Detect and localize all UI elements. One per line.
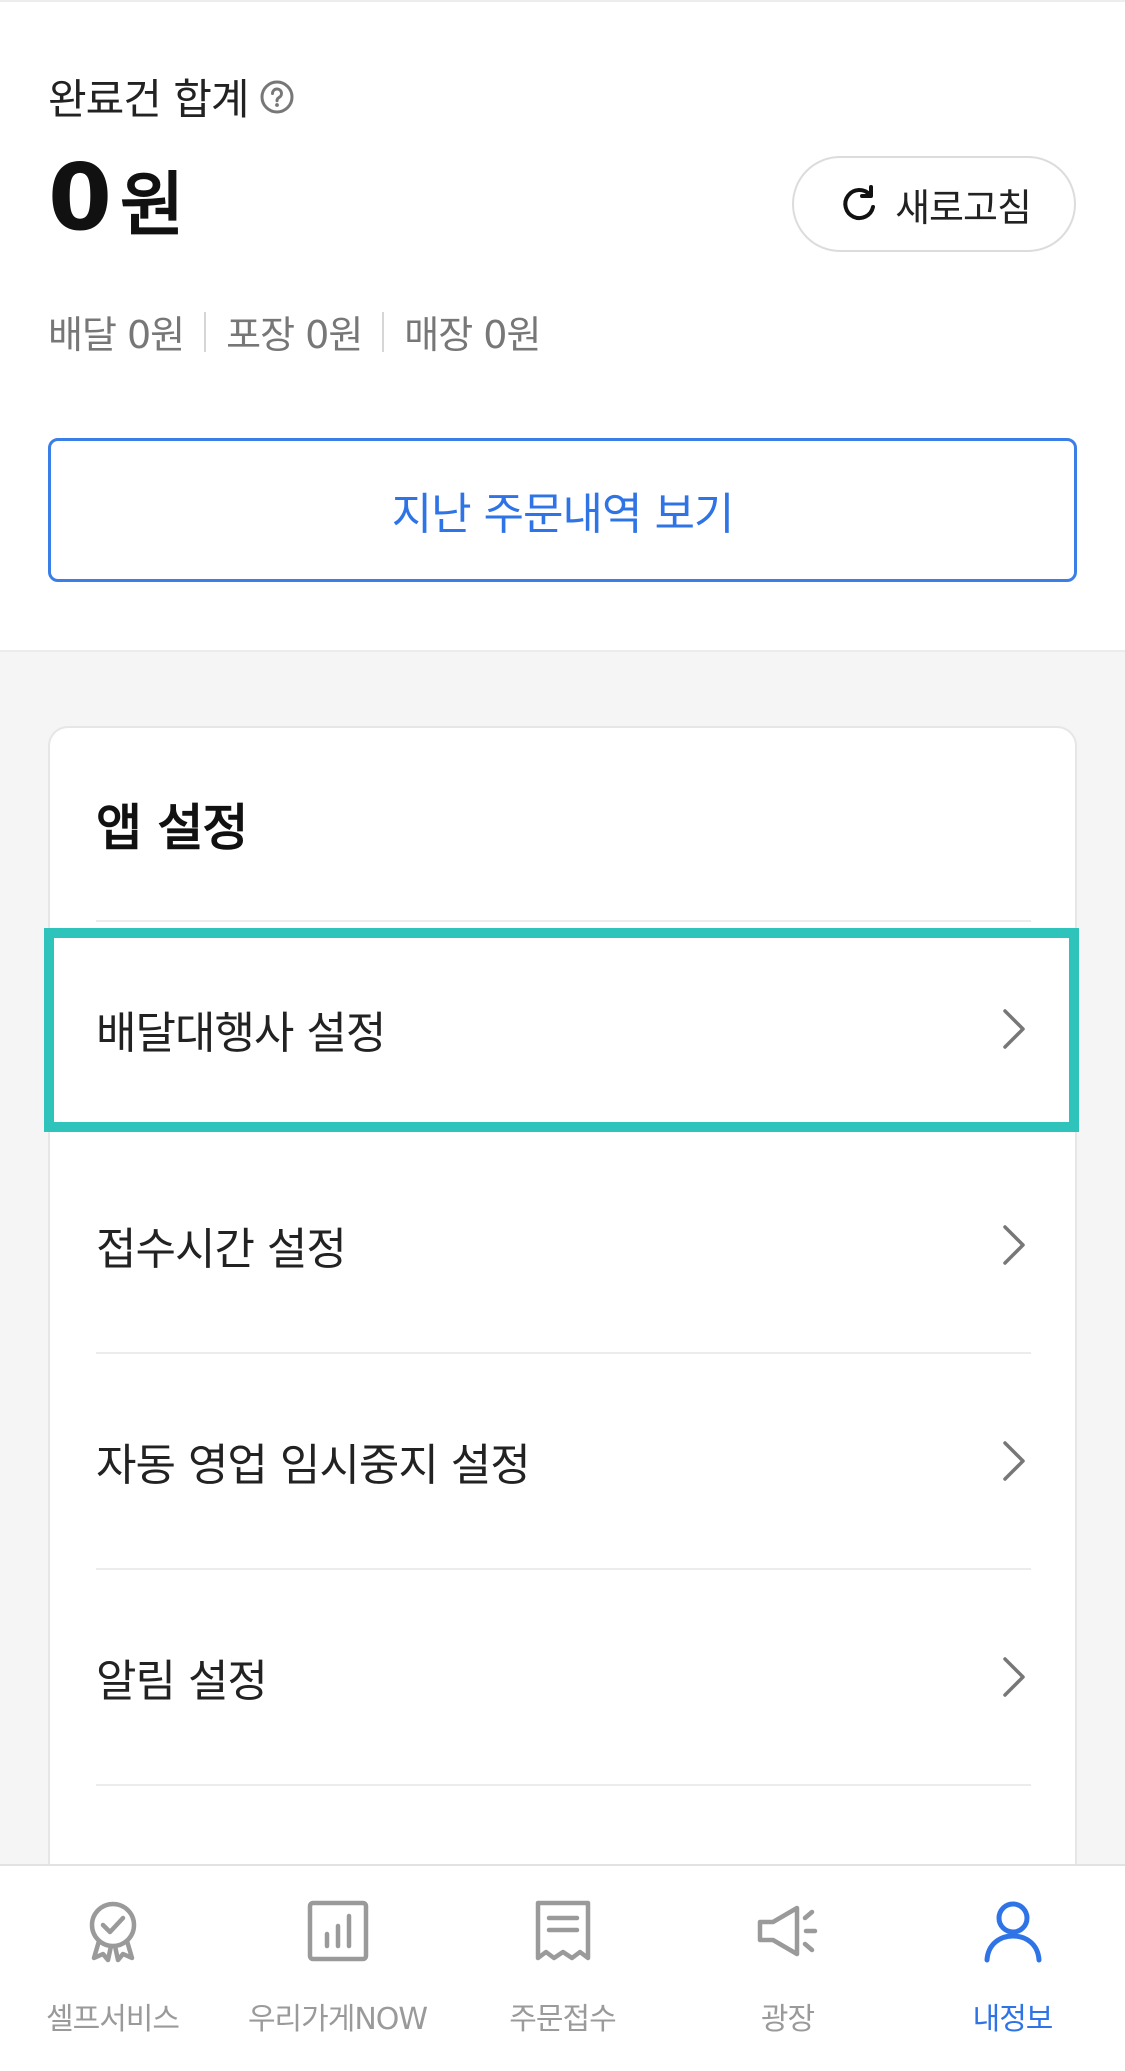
- bottom-tab-bar: 셀프서비스 우리가게NOW 주문접수 광장 내정보: [0, 1864, 1125, 2071]
- refresh-button[interactable]: 새로고침: [792, 156, 1076, 252]
- settings-item-label: 배달대행사 설정: [96, 1008, 386, 1059]
- tab-label: 광장: [760, 2002, 815, 2037]
- settings-item-notifications[interactable]: 알림 설정: [50, 1570, 1075, 1784]
- summary-section: 완료건 합계 0 원 새로고침 배달 0원 포장 0원 매장 0원 지난 주문내…: [0, 0, 1125, 652]
- total-amount-unit: 원: [120, 164, 185, 246]
- app-settings-card: 앱 설정 배달대행사 설정 접수시간 설정 자동 영업 임시중지 설정 알림 설…: [48, 726, 1077, 1926]
- tab-label: 주문접수: [509, 2002, 616, 2037]
- takeout-amount: 포장 0원: [226, 313, 363, 357]
- chevron-right-icon: [1003, 1657, 1025, 1697]
- dine-in-amount: 매장 0원: [404, 313, 541, 357]
- settings-item-label: 알림 설정: [96, 1656, 268, 1707]
- settings-item-auto-pause[interactable]: 자동 영업 임시중지 설정: [50, 1354, 1075, 1568]
- breakdown-divider: [204, 311, 207, 352]
- chevron-right-icon: [1003, 1441, 1025, 1481]
- chevron-right-icon: [1003, 1009, 1025, 1049]
- delivery-amount: 배달 0원: [48, 313, 185, 357]
- tab-order-reception[interactable]: 주문접수: [450, 1866, 675, 2071]
- total-amount: 0 원: [48, 152, 184, 244]
- refresh-icon: [843, 185, 876, 221]
- order-history-button[interactable]: 지난 주문내역 보기: [48, 438, 1077, 582]
- tab-label: 내정보: [972, 2002, 1054, 2037]
- settings-item-delivery-agency[interactable]: 배달대행사 설정: [50, 922, 1075, 1136]
- tab-self-service[interactable]: 셀프서비스: [0, 1866, 225, 2071]
- tab-my-info[interactable]: 내정보: [900, 1866, 1125, 2071]
- total-amount-value: 0: [48, 144, 113, 251]
- tab-label: 우리가게NOW: [247, 2002, 428, 2037]
- app-settings-title: 앱 설정: [96, 799, 248, 857]
- completed-total-label: 완료건 합계: [48, 66, 295, 127]
- badge-check-icon: [89, 1901, 136, 1963]
- receipt-icon: [535, 1900, 590, 1961]
- tab-label: 셀프서비스: [46, 2002, 180, 2037]
- chevron-right-icon: [1003, 1225, 1025, 1265]
- person-icon: [984, 1901, 1041, 1963]
- refresh-button-label: 새로고침: [895, 185, 1032, 230]
- help-icon[interactable]: [259, 79, 295, 115]
- megaphone-icon: [757, 1905, 817, 1957]
- tab-our-store-now[interactable]: 우리가게NOW: [225, 1866, 450, 2071]
- bar-chart-icon: [307, 1900, 368, 1962]
- sales-breakdown: 배달 0원 포장 0원 매장 0원: [48, 304, 541, 359]
- settings-item-reception-hours[interactable]: 접수시간 설정: [50, 1138, 1075, 1352]
- settings-item-label: 접수시간 설정: [96, 1224, 347, 1275]
- breakdown-divider: [382, 311, 385, 352]
- divider: [96, 1784, 1031, 1786]
- completed-total-text: 완료건 합계: [48, 75, 250, 124]
- settings-item-label: 자동 영업 임시중지 설정: [96, 1440, 531, 1491]
- tab-plaza[interactable]: 광장: [675, 1866, 900, 2071]
